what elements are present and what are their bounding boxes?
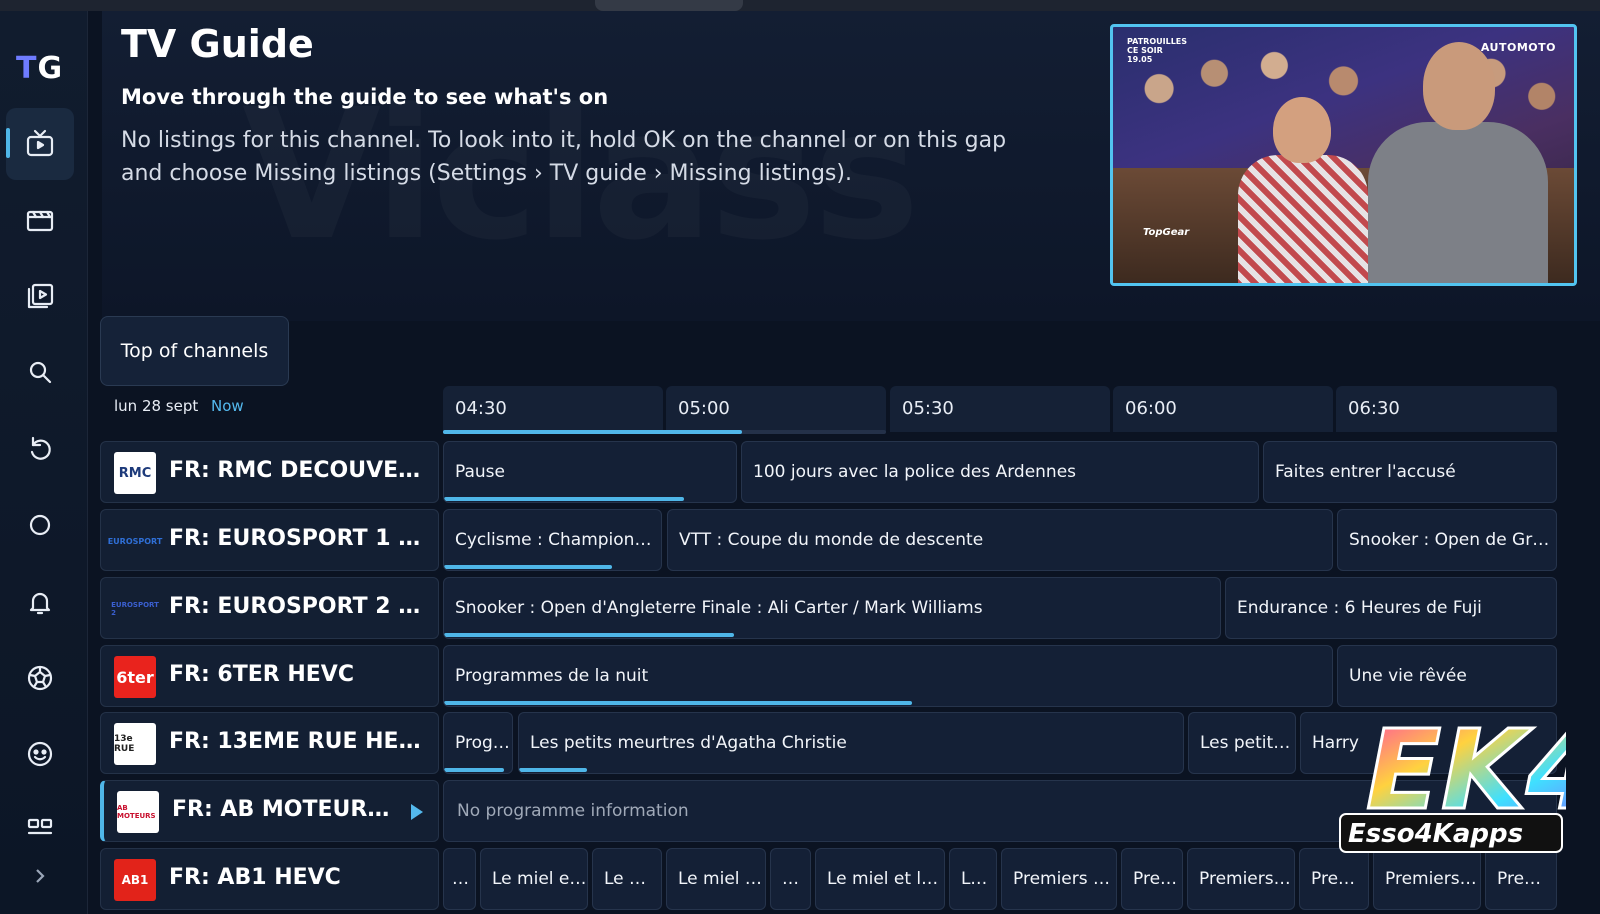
time-slot: 05:30 bbox=[890, 386, 1110, 432]
guide-row: EUROSPORT 2 FR: EUROSPORT 2 HEVC Snooker… bbox=[100, 577, 1557, 639]
program-cell[interactable]: Programmes de la nuit bbox=[443, 645, 1333, 707]
channel-name: FR: EUROSPORT 2 HEVC bbox=[169, 594, 429, 619]
program-cell[interactable]: Premiers bbox=[1121, 848, 1183, 910]
tv-icon bbox=[26, 129, 54, 157]
sports-ball-icon bbox=[27, 665, 53, 691]
program-cell[interactable]: Snooker : Open de Grande-Bretagne bbox=[1337, 509, 1557, 571]
now-button[interactable]: Now bbox=[211, 397, 244, 415]
channel-logo: RMC bbox=[114, 452, 156, 494]
sidebar-item-record[interactable] bbox=[6, 489, 74, 561]
page-subtitle: Move through the guide to see what's on bbox=[121, 85, 609, 109]
sidebar-item-sports[interactable] bbox=[6, 642, 74, 714]
program-cell[interactable]: Les petits meurtres bbox=[1188, 712, 1296, 774]
current-time-progress bbox=[443, 430, 742, 434]
preview-overlay-promo: PATROUILLES CE SOIR 19.05 bbox=[1127, 37, 1188, 64]
app-logo: TG bbox=[16, 51, 64, 86]
channel-cell[interactable]: RMC FR: RMC DECOUVERTE HEVC bbox=[100, 441, 439, 503]
time-slot: 04:30 bbox=[443, 386, 663, 432]
program-cell[interactable]: Pause bbox=[443, 441, 737, 503]
sidebar-item-notifications[interactable] bbox=[6, 566, 74, 638]
program-cell[interactable]: Le miel bbox=[592, 848, 662, 910]
channel-cell[interactable]: EUROSPORT 2 FR: EUROSPORT 2 HEVC bbox=[100, 577, 439, 639]
channel-logo: EUROSPORT 2 bbox=[111, 601, 159, 617]
program-cell[interactable]: … bbox=[443, 848, 476, 910]
program-cell[interactable]: Le miel bbox=[949, 848, 997, 910]
preview-guest-left bbox=[1238, 97, 1368, 283]
series-library-icon bbox=[27, 283, 54, 309]
program-cell[interactable]: Premiers baisers bbox=[1187, 848, 1295, 910]
time-slot: 06:30 bbox=[1336, 386, 1557, 432]
circle-icon bbox=[29, 514, 51, 536]
sidebar-item-tv[interactable] bbox=[6, 108, 74, 180]
channel-name: FR: RMC DECOUVERTE HEVC bbox=[169, 458, 429, 483]
program-cell[interactable]: Snooker : Open d'Angleterre Finale : Ali… bbox=[443, 577, 1221, 639]
bell-icon bbox=[29, 592, 51, 615]
live-preview-player[interactable]: PATROUILLES CE SOIR 19.05 AUTOMOTO TopGe… bbox=[1110, 24, 1577, 286]
esso4kapps-text: Esso4Kapps bbox=[1348, 819, 1523, 849]
program-cell[interactable]: Le miel et les abeilles bbox=[666, 848, 766, 910]
preview-guest-right bbox=[1368, 42, 1548, 283]
program-cell[interactable]: Premiers baisers bbox=[1001, 848, 1117, 910]
search-icon bbox=[29, 361, 52, 384]
channel-cell[interactable]: 13e RUE FR: 13EME RUE HEVC bbox=[100, 712, 439, 774]
program-cell[interactable]: Programmes de la nuit bbox=[443, 712, 513, 774]
sidebar-item-series[interactable] bbox=[6, 260, 74, 332]
status-bar bbox=[0, 0, 1600, 11]
channel-logo: AB1 bbox=[114, 859, 156, 901]
time-slot: 06:00 bbox=[1113, 386, 1333, 432]
preview-channel-logo: AUTOMOTO bbox=[1480, 41, 1556, 54]
ek4-watermark-logo: EK4 Esso4Kapps bbox=[1339, 705, 1566, 853]
sidebar-item-search[interactable] bbox=[6, 336, 74, 408]
channel-cell-selected[interactable]: AB MOTEURS FR: AB MOTEURS HEVC bbox=[100, 780, 439, 842]
missing-listings-message: No listings for this channel. To look in… bbox=[121, 128, 1007, 186]
program-cell[interactable]: Le miel et les abeilles bbox=[480, 848, 588, 910]
program-cell[interactable]: Les petits meurtres d'Agatha Christie bbox=[518, 712, 1184, 774]
sidebar-item-apps[interactable] bbox=[6, 791, 74, 863]
sidebar-item-replay[interactable] bbox=[6, 413, 74, 485]
movie-clapper-icon bbox=[26, 210, 54, 232]
timeline-header: 04:30 05:00 05:30 06:00 06:30 bbox=[443, 386, 1557, 434]
page-title: TV Guide bbox=[121, 22, 314, 66]
program-cell[interactable]: Cyclisme : Championnats du monde bbox=[443, 509, 662, 571]
channel-logo: EUROSPORT bbox=[107, 536, 163, 546]
channel-name: FR: AB MOTEURS HEVC bbox=[172, 797, 397, 822]
channel-cell[interactable]: AB1 FR: AB1 HEVC bbox=[100, 848, 439, 910]
top-of-channels-button[interactable]: Top of channels bbox=[100, 316, 289, 386]
channel-name: FR: EUROSPORT 1 HEVC bbox=[169, 526, 429, 551]
program-cell[interactable]: VTT : Coupe du monde de descente bbox=[667, 509, 1333, 571]
channel-logo: 13e RUE bbox=[114, 723, 156, 765]
channel-logo: 6ter bbox=[114, 656, 156, 698]
sidebar-item-kids[interactable] bbox=[6, 718, 74, 790]
sidebar-item-movies[interactable] bbox=[6, 184, 74, 256]
channel-logo: AB MOTEURS bbox=[117, 791, 159, 833]
channel-name: FR: 6TER HEVC bbox=[169, 662, 354, 687]
replay-icon bbox=[30, 436, 51, 460]
program-cell[interactable]: 100 jours avec la police des Ardennes bbox=[741, 441, 1259, 503]
sidebar-expand-chevron-icon[interactable] bbox=[30, 866, 50, 886]
channel-name: FR: 13EME RUE HEVC bbox=[169, 729, 429, 754]
grid-apps-icon bbox=[27, 818, 53, 835]
status-bar-notch bbox=[595, 0, 743, 11]
play-icon bbox=[410, 803, 424, 821]
program-cell[interactable]: Le miel et les abeilles bbox=[815, 848, 945, 910]
channel-name: FR: AB1 HEVC bbox=[169, 865, 341, 890]
guide-date: lun 28 sept bbox=[114, 397, 199, 415]
kids-face-icon bbox=[27, 741, 53, 767]
guide-row: RMC FR: RMC DECOUVERTE HEVC Pause 100 jo… bbox=[100, 441, 1557, 503]
program-cell[interactable]: Faites entrer l'accusé bbox=[1263, 441, 1557, 503]
sidebar: TG bbox=[0, 11, 88, 914]
program-cell[interactable]: … bbox=[770, 848, 811, 910]
guide-row: EUROSPORT FR: EUROSPORT 1 HEVC Cyclisme … bbox=[100, 509, 1557, 571]
channel-cell[interactable]: 6ter FR: 6TER HEVC bbox=[100, 645, 439, 707]
program-cell[interactable]: Endurance : 6 Heures de Fuji bbox=[1225, 577, 1557, 639]
channel-cell[interactable]: EUROSPORT FR: EUROSPORT 1 HEVC bbox=[100, 509, 439, 571]
time-slot: 05:00 bbox=[666, 386, 886, 432]
preview-show-logo: TopGear bbox=[1143, 227, 1190, 238]
